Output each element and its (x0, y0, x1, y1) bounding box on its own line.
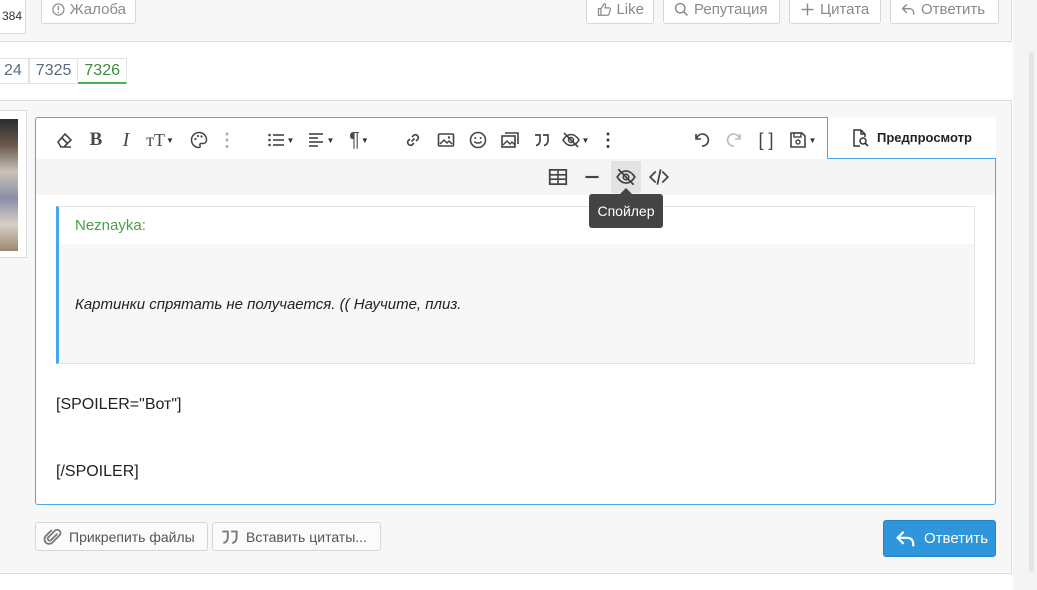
pagination: 24 7325 7326 (0, 58, 127, 84)
attach-files-label: Прикрепить файлы (69, 528, 195, 545)
palette-icon[interactable] (188, 127, 210, 153)
submit-reply-button[interactable]: Ответить (883, 520, 996, 557)
preview-label: Предпросмотр (877, 130, 972, 145)
fullscreen-icon[interactable]: [ ] (755, 127, 777, 153)
save-draft-icon[interactable]: ▼ (785, 127, 819, 153)
quote-label: Цитата (820, 1, 870, 18)
eraser-icon[interactable] (52, 127, 76, 153)
like-label: Like (616, 1, 644, 18)
submit-reply-label: Ответить (924, 530, 989, 547)
italic-icon[interactable]: I (118, 127, 134, 153)
spoiler-icon[interactable]: ▼ (558, 127, 592, 153)
page-scrollbar-thumb[interactable] (1029, 52, 1034, 572)
horizontal-rule-icon[interactable] (577, 161, 607, 193)
quote-text: Картинки спрятать не получается. (( Науч… (75, 296, 462, 313)
more-vertical-icon[interactable]: ⋮ (218, 127, 236, 153)
reputation-button[interactable]: Репутация (663, 0, 780, 24)
align-icon[interactable]: ▼ (304, 127, 336, 153)
bold-icon[interactable]: B (86, 127, 106, 153)
user-avatar[interactable] (0, 110, 27, 258)
report-label: Жалоба (69, 1, 126, 18)
preview-icon (853, 128, 869, 147)
quote-icon (222, 530, 238, 544)
report-button[interactable]: Жалоба (41, 0, 136, 24)
message-editor[interactable]: B I тT ▼ ⋮ ▼ ▼ ¶ ▼ ▼ ⋮ [] ▼ Предпросмот… (35, 117, 996, 505)
editor-line: [SPOILER="Вот"] (56, 396, 182, 413)
plus-icon (801, 3, 814, 16)
report-icon (52, 3, 65, 16)
page-link[interactable]: 24 (0, 58, 29, 84)
redo-icon[interactable] (723, 127, 745, 153)
smile-icon[interactable] (467, 127, 489, 153)
post-count-badge: 384 (0, 0, 26, 34)
search-icon (674, 2, 688, 16)
list-icon[interactable]: ▼ (263, 127, 297, 153)
more-vertical-icon[interactable]: ⋮ (599, 127, 617, 153)
table-icon[interactable] (543, 161, 573, 193)
like-button[interactable]: Like (586, 0, 654, 24)
quote-block[interactable]: Neznayka: Картинки спрятать не получаетс… (56, 206, 975, 364)
avatar-image (0, 119, 18, 251)
image-icon[interactable] (435, 127, 457, 153)
reply-icon (901, 3, 915, 15)
link-icon[interactable] (402, 127, 424, 153)
attach-files-button[interactable]: Прикрепить файлы (35, 522, 208, 551)
page-link-current[interactable]: 7326 (78, 58, 127, 84)
undo-icon[interactable] (691, 127, 713, 153)
editor-toolbar: B I тT ▼ ⋮ ▼ ▼ ¶ ▼ ▼ ⋮ [] ▼ Предпросмот… (36, 117, 996, 162)
paperclip-icon (43, 528, 62, 545)
reputation-label: Репутация (694, 1, 768, 18)
quote-author[interactable]: Neznayka: (59, 207, 974, 244)
insert-quotes-label: Вставить цитаты... (246, 528, 367, 545)
reply-icon (896, 530, 915, 546)
font-size-icon[interactable]: тT ▼ (143, 127, 177, 153)
reply-action-button[interactable]: Ответить (890, 0, 999, 24)
paragraph-icon[interactable]: ¶ ▼ (344, 127, 374, 153)
media-icon[interactable] (498, 127, 522, 153)
page-link[interactable]: 7325 (28, 58, 79, 84)
quote-button[interactable]: Цитата (789, 0, 881, 24)
insert-quotes-button[interactable]: Вставить цитаты... (212, 522, 381, 551)
editor-line: [/SPOILER] (56, 463, 139, 480)
code-icon[interactable] (644, 161, 674, 193)
spoiler-tooltip: Спойлер (589, 188, 663, 228)
reply-action-label: Ответить (921, 1, 986, 18)
thumbs-up-icon (597, 3, 611, 16)
editor-toolbar-secondary (36, 159, 995, 195)
quote-icon[interactable] (530, 127, 554, 153)
preview-tab[interactable]: Предпросмотр (827, 117, 996, 159)
